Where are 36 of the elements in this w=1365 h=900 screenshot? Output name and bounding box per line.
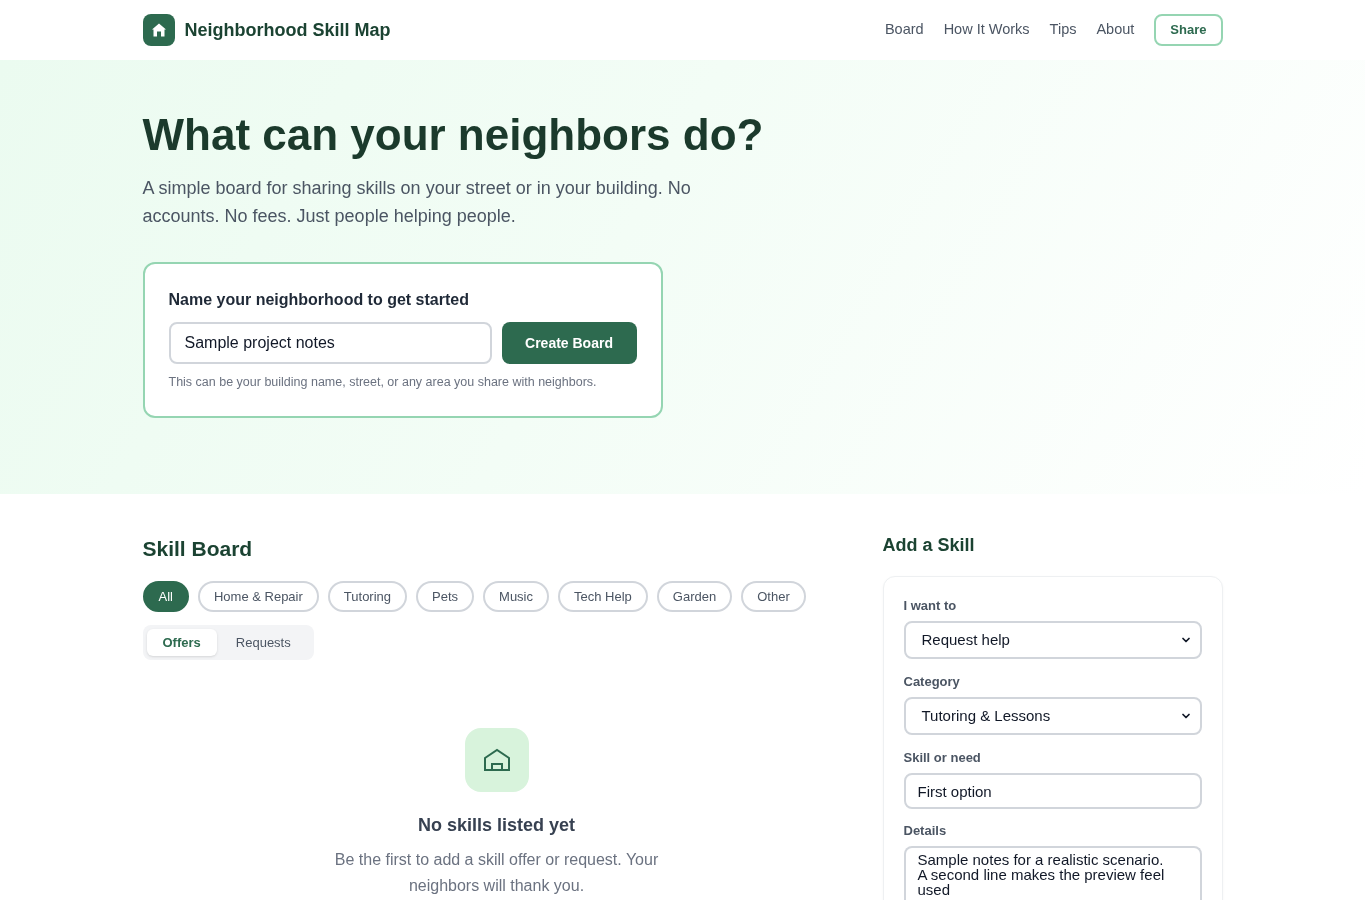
filter-chip[interactable]: Tutoring (327, 581, 408, 612)
field-label: I want to (903, 598, 958, 614)
share-button[interactable]: Share (1154, 14, 1223, 46)
add-skill-title: Add a Skill (882, 534, 976, 556)
create-board-button[interactable]: Create Board (501, 322, 637, 364)
nav-link[interactable]: About (1096, 19, 1135, 41)
filter-chip[interactable]: Garden (656, 581, 733, 612)
view-tab[interactable]: Offers (146, 629, 217, 656)
nav-link[interactable]: Tips (1049, 19, 1077, 41)
filter-chip[interactable]: Other (741, 581, 806, 612)
nav-link[interactable]: How It Works (943, 19, 1030, 41)
filter-chip[interactable]: Tech Help (558, 581, 648, 612)
house-icon (142, 14, 175, 46)
field-label: Details (903, 823, 948, 839)
details-textarea[interactable]: Sample notes for a realistic scenario. A second line makes the preview feel used (903, 846, 1202, 900)
dropdown-select[interactable]: Tutoring & Lessons (903, 697, 1202, 735)
site-title: Neighborhood Skill Map (184, 18, 391, 42)
text-input[interactable]: First option (903, 773, 1202, 809)
skill-board-title: Skill Board (142, 536, 254, 562)
neighborhood-input[interactable]: Sample project notes (168, 322, 492, 364)
house-icon (464, 728, 529, 792)
nav-link[interactable]: Board (884, 19, 924, 41)
field-label: Category (903, 674, 961, 690)
dropdown-select[interactable]: Request help (903, 621, 1202, 659)
view-tab[interactable]: Requests (216, 629, 310, 656)
filter-chip[interactable]: Music (483, 581, 549, 612)
field-label: Skill or need (903, 750, 982, 766)
hero-subtitle: A simple board for sharing skills on your street or in your building. No accounts. No fees. Just people helping people. (142, 177, 692, 228)
start-card-label: Name your neighborhood to get started (168, 290, 470, 310)
hero-title: What can your neighbors do? (142, 109, 765, 161)
filter-chip[interactable]: Pets (416, 581, 475, 612)
filter-chip[interactable]: All (142, 581, 189, 612)
start-card-hint: This can be your building name, street, or any area you share with neighbors. (168, 374, 598, 391)
empty-state-title: No skills listed yet (417, 814, 576, 836)
empty-state-message: Be the first to add a skill offer or request. Your neighbors will thank you. (333, 850, 660, 896)
filter-chip[interactable]: Home & Repair (197, 581, 319, 612)
